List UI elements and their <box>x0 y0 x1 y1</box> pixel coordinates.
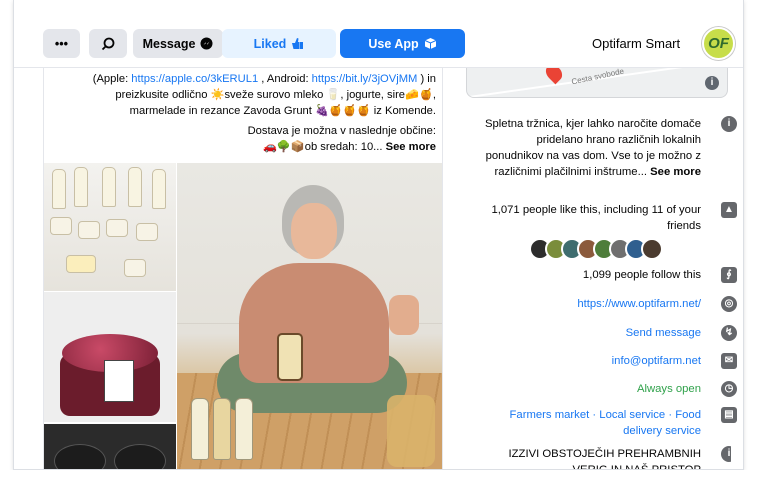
milk-bottle <box>152 169 166 209</box>
post-line-3: marmelade in rezance Zavoda Grunt 🍇🍯🍯🍯 i… <box>129 105 436 117</box>
thumbs-up-hand <box>389 295 419 335</box>
notice-text: IZZIVI OBSTOJEČIH PREHRAMBNIH VERIG IN N… <box>508 448 702 470</box>
page-logo[interactable]: OF <box>702 27 735 60</box>
avatar[interactable] <box>641 238 663 260</box>
clock-icon: ◷ <box>721 381 737 397</box>
info-icon: i <box>721 116 737 132</box>
post-photo-jam[interactable] <box>44 292 176 422</box>
liked-label: Liked <box>253 36 287 51</box>
page-info-sidebar: Cesta svobode i i Spletna tržnica, kjer … <box>451 68 737 470</box>
post-photo-dairy[interactable] <box>44 163 176 291</box>
page-title[interactable]: Optifarm Smart <box>592 36 680 51</box>
yogurt-cup <box>136 223 158 241</box>
friends-avatar-stack[interactable] <box>529 238 663 262</box>
milk-bottle <box>191 398 209 460</box>
send-message-link[interactable]: Send message <box>479 325 701 341</box>
location-map[interactable]: Cesta svobode i <box>466 68 728 98</box>
apple-store-link[interactable]: https://apple.co/3kERUL1 <box>131 73 258 85</box>
yogurt-cup <box>124 259 146 277</box>
about-description: i Spletna tržnica, kjer lahko naročite d… <box>469 116 737 196</box>
website-row: ◎ https://www.optifarm.net/ <box>469 296 737 314</box>
website-link[interactable]: https://www.optifarm.net/ <box>479 296 701 312</box>
post-body: (Apple: https://apple.co/3kERUL1 , Andro… <box>52 71 436 155</box>
yogurt-cup <box>50 217 72 235</box>
milk-bottle <box>102 167 116 207</box>
info-icon[interactable]: i <box>705 76 719 90</box>
send-message-row: ↯ Send message <box>469 325 737 343</box>
search-icon <box>101 37 115 50</box>
use-app-label: Use App <box>368 36 419 51</box>
page-header-bar: ••• Message Liked Use App Optifarm Smart… <box>14 0 743 68</box>
messenger-icon <box>200 37 213 50</box>
post-line-1: (Apple: https://apple.co/3kERUL1 , Andro… <box>92 73 436 85</box>
messenger-icon: ↯ <box>721 325 737 341</box>
tag-icon: ▤ <box>721 407 737 423</box>
person-sweater <box>239 263 389 383</box>
jar-lid <box>114 444 166 469</box>
categories-links[interactable]: Farmers market · Local service · Food de… <box>479 407 701 439</box>
post-photo-main[interactable] <box>177 163 442 469</box>
thumbs-up-icon <box>292 38 304 49</box>
milk-bottle <box>213 398 231 460</box>
yogurt-cup <box>106 219 128 237</box>
liked-button[interactable]: Liked <box>222 29 336 58</box>
facebook-page-frame: ••• Message Liked Use App Optifarm Smart… <box>13 0 744 470</box>
milk-bottle <box>52 169 66 209</box>
yogurt-cup <box>78 221 100 239</box>
post-see-more-link[interactable]: See more <box>386 141 436 153</box>
rss-follow-icon: ∮ <box>721 267 737 283</box>
description-see-more-link[interactable]: See more <box>650 166 701 178</box>
page-background-strip <box>0 470 757 489</box>
use-app-button[interactable]: Use App <box>340 29 465 58</box>
milk-bottle <box>74 167 88 207</box>
box-icon <box>424 38 436 49</box>
person-face <box>291 203 337 259</box>
jar-lid <box>54 444 106 469</box>
more-icon: ••• <box>54 36 69 51</box>
notice-row: i IZZIVI OBSTOJEČIH PREHRAMBNIH VERIG IN… <box>469 446 731 470</box>
jam-label <box>104 360 134 402</box>
categories-row: ▤ Farmers market · Local service · Food … <box>469 407 737 441</box>
milk-bottle <box>235 398 253 460</box>
message-label: Message <box>142 36 196 51</box>
android-store-link[interactable]: https://bit.ly/3jOVjMM <box>312 73 418 85</box>
globe-icon: ◎ <box>721 296 737 312</box>
milk-bottle <box>128 167 142 207</box>
more-options-button[interactable]: ••• <box>43 29 80 58</box>
post-line-5: 🚗🌳📦ob sredah: 10... See more <box>262 141 436 153</box>
post-line-4: Dostava je možna v naslednje občine: <box>247 125 436 137</box>
search-button[interactable] <box>89 29 127 58</box>
envelope-icon: ✉ <box>721 353 737 369</box>
likes-count: ▲ 1,071 people like this, including 11 o… <box>469 202 737 236</box>
thumbs-up-icon: ▲ <box>721 202 737 218</box>
cheese-block <box>66 255 96 273</box>
honey-jar <box>277 333 303 381</box>
post-line-2: preizkusite odlično ☀️sveže surovo mleko… <box>115 89 436 101</box>
message-button[interactable]: Message <box>133 29 223 58</box>
email-row: ✉ info@optifarm.net <box>469 353 737 371</box>
hours-row: ◷ Always open <box>469 381 737 399</box>
hours-status: Always open <box>636 383 701 395</box>
followers-count: ∮ 1,099 people follow this <box>469 267 737 285</box>
info-icon: i <box>721 446 731 462</box>
post-card: (Apple: https://apple.co/3kERUL1 , Andro… <box>43 68 443 469</box>
post-photo-lids[interactable] <box>44 424 176 469</box>
logo-text: OF <box>708 35 729 52</box>
noodle-bag <box>387 395 435 467</box>
email-link[interactable]: info@optifarm.net <box>479 353 701 369</box>
